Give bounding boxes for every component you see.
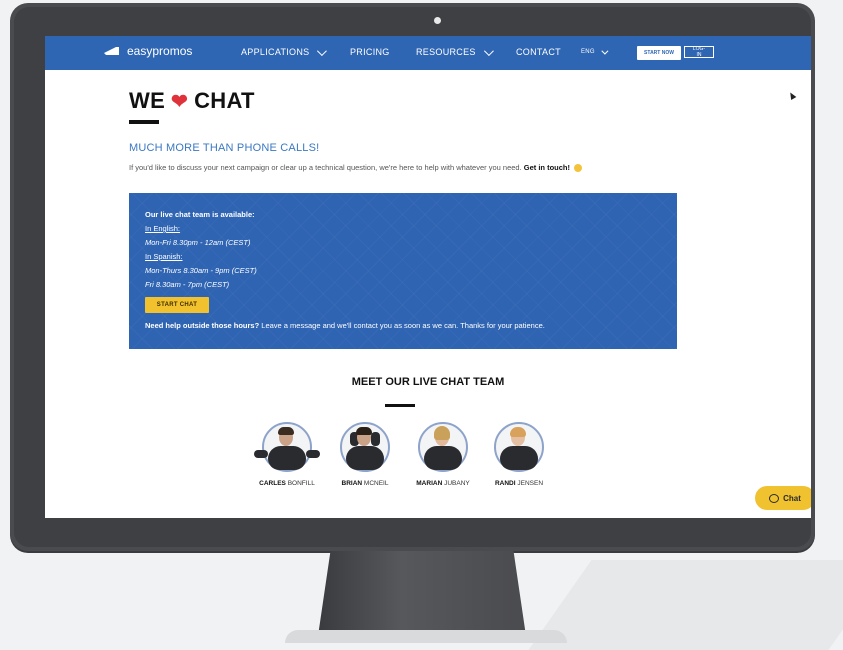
monitor-base <box>285 630 567 643</box>
spanish-hours-friday: Fri 8.30am - 7pm (CEST) <box>145 280 230 289</box>
member-last-name: JUBANY <box>444 480 470 487</box>
avatar-arm <box>371 432 380 446</box>
team-divider <box>385 404 415 407</box>
chevron-down-icon <box>317 45 328 56</box>
nav-pricing[interactable]: PRICING <box>350 47 390 57</box>
english-label: In English: <box>145 224 181 233</box>
language-label: ENG <box>581 49 595 55</box>
spanish-label: In Spanish: <box>145 252 183 261</box>
avatar <box>494 422 544 472</box>
avatar-hair <box>356 427 372 435</box>
member-last-name: BONFILL <box>287 480 315 487</box>
top-navigation: easypromos APPLICATIONS PRICING RESOURCE… <box>45 36 811 70</box>
language-selector[interactable]: ENG <box>581 47 609 55</box>
smiley-icon <box>574 164 583 173</box>
mouse-cursor-icon <box>787 90 797 101</box>
member-name: BRIAN MCNEIL <box>320 480 410 487</box>
avatar-body <box>500 446 538 470</box>
nav-pricing-label: PRICING <box>350 47 390 57</box>
megaphone-icon <box>103 45 121 57</box>
brand-name: easypromos <box>127 44 193 58</box>
page-subtitle: MUCH MORE THAN PHONE CALLS! <box>129 142 320 154</box>
avatar-arm <box>254 450 268 458</box>
start-now-button[interactable]: START NOW <box>637 46 681 60</box>
avatar-arm <box>306 450 320 458</box>
spanish-hours-weekdays: Mon-Thurs 8.30am - 9pm (CEST) <box>145 266 257 275</box>
outside-hours-note: Need help outside those hours? Leave a m… <box>145 321 545 330</box>
title-divider <box>129 120 159 124</box>
monitor-stand <box>318 551 526 636</box>
member-last-name: JENSEN <box>517 480 544 487</box>
member-name: RANDI JENSEN <box>474 480 564 487</box>
avatar <box>340 422 390 472</box>
team-member-carles: CARLES BONFILL <box>242 422 332 487</box>
avatar-body <box>268 446 306 470</box>
camera-icon <box>434 17 441 24</box>
title-right: CHAT <box>194 88 255 113</box>
team-section-title: MEET OUR LIVE CHAT TEAM <box>351 376 505 388</box>
intro-body: If you'd like to discuss your next campa… <box>129 163 522 172</box>
member-first-name: MARIAN <box>416 480 443 487</box>
avatar-body <box>424 446 462 470</box>
heart-icon: ❤ <box>171 90 189 113</box>
nav-contact-label: CONTACT <box>516 47 561 57</box>
start-chat-button[interactable]: START CHAT <box>145 297 209 313</box>
nav-resources-label: RESOURCES <box>416 47 476 57</box>
avatar-hair <box>434 426 450 440</box>
member-first-name: RANDI <box>494 480 516 487</box>
nav-contact[interactable]: CONTACT <box>516 47 561 57</box>
avatar-hair <box>510 427 526 437</box>
member-first-name: CARLES <box>259 480 286 487</box>
chat-widget-button[interactable]: Chat <box>755 486 811 510</box>
nav-applications-label: APPLICATIONS <box>241 47 310 57</box>
outside-hours-text: Leave a message and we'll contact you as… <box>261 321 545 330</box>
chevron-down-icon <box>601 47 609 55</box>
outside-hours-bold: Need help outside those hours? <box>145 321 260 330</box>
member-last-name: MCNEIL <box>363 480 389 487</box>
nav-applications[interactable]: APPLICATIONS <box>241 45 328 57</box>
chat-widget-label: Chat <box>783 493 801 503</box>
team-member-randi: RANDI JENSEN <box>474 422 564 487</box>
live-chat-hours-panel: Our live chat team is available: In Engl… <box>129 193 677 349</box>
avatar <box>254 422 320 472</box>
page-title: WE ❤ CHAT <box>129 88 255 114</box>
intro-text: If you'd like to discuss your next campa… <box>129 163 583 173</box>
team-member-brian: BRIAN MCNEIL <box>320 422 410 487</box>
title-left: WE <box>129 88 166 113</box>
browser-screen: easypromos APPLICATIONS PRICING RESOURCE… <box>45 36 811 518</box>
brand-logo[interactable]: easypromos <box>103 44 192 58</box>
member-name: CARLES BONFILL <box>242 480 332 487</box>
avatar-body <box>346 446 384 470</box>
floor-shadow <box>528 560 843 650</box>
get-in-touch-link[interactable]: Get in touch! <box>524 163 570 172</box>
avatar-hair <box>278 427 294 435</box>
login-button[interactable]: LOG-IN <box>684 46 714 58</box>
member-first-name: BRIAN <box>341 480 363 487</box>
chevron-down-icon <box>483 45 494 56</box>
chat-bubble-icon <box>769 493 780 503</box>
chat-availability-heading: Our live chat team is available: <box>145 210 255 219</box>
english-hours: Mon-Fri 8.30pm - 12am (CEST) <box>145 238 251 247</box>
avatar <box>418 422 468 472</box>
nav-resources[interactable]: RESOURCES <box>416 45 494 57</box>
